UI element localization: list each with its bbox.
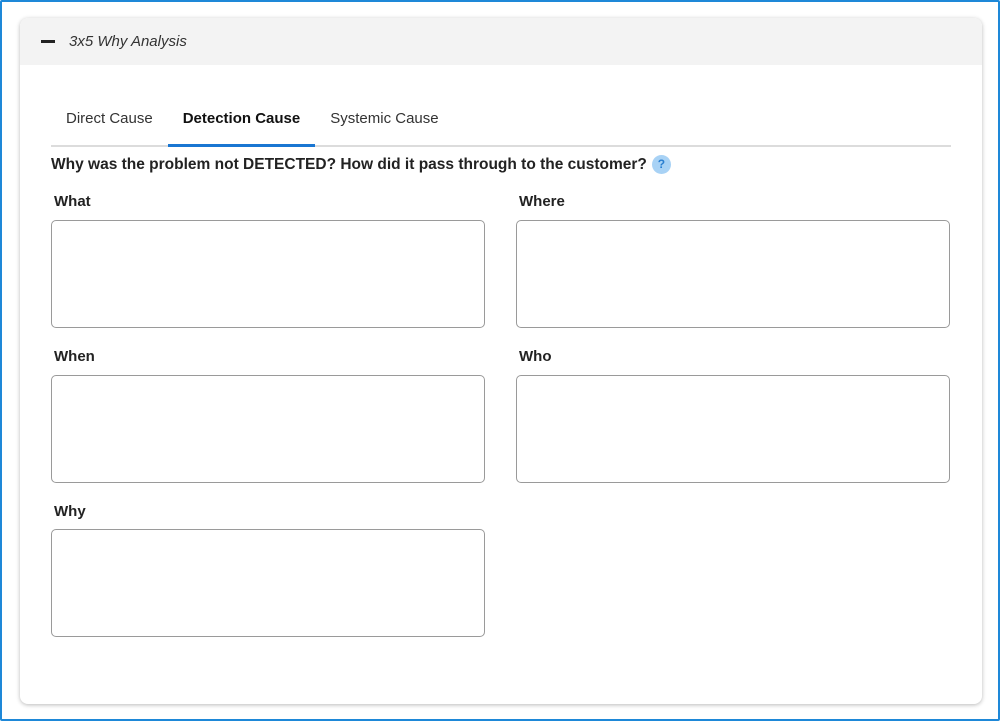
why-field[interactable] <box>51 529 485 637</box>
tab-systemic-cause[interactable]: Systemic Cause <box>315 103 453 145</box>
help-icon[interactable]: ? <box>651 155 671 174</box>
where-label: Where <box>519 193 565 210</box>
where-field[interactable] <box>516 220 950 328</box>
collapse-icon[interactable] <box>41 40 55 43</box>
panel-header[interactable]: 3x5 Why Analysis <box>20 18 982 65</box>
tab-detection-cause[interactable]: Detection Cause <box>167 103 316 147</box>
question-row: Why was the problem not DETECTED? How di… <box>51 155 671 174</box>
why-analysis-panel: 3x5 Why Analysis Direct Cause Detection … <box>20 18 982 704</box>
what-label: What <box>54 193 91 210</box>
when-field[interactable] <box>51 375 485 483</box>
why-label: Why <box>54 503 86 520</box>
cause-tabs: Direct Cause Detection Cause Systemic Ca… <box>51 103 951 147</box>
window-frame: 3x5 Why Analysis Direct Cause Detection … <box>0 0 1000 721</box>
who-label: Who <box>519 348 552 365</box>
who-field[interactable] <box>516 375 950 483</box>
panel-title: 3x5 Why Analysis <box>69 33 187 50</box>
when-label: When <box>54 348 95 365</box>
what-field[interactable] <box>51 220 485 328</box>
tab-direct-cause[interactable]: Direct Cause <box>51 103 168 145</box>
question-text: Why was the problem not DETECTED? How di… <box>51 155 647 173</box>
